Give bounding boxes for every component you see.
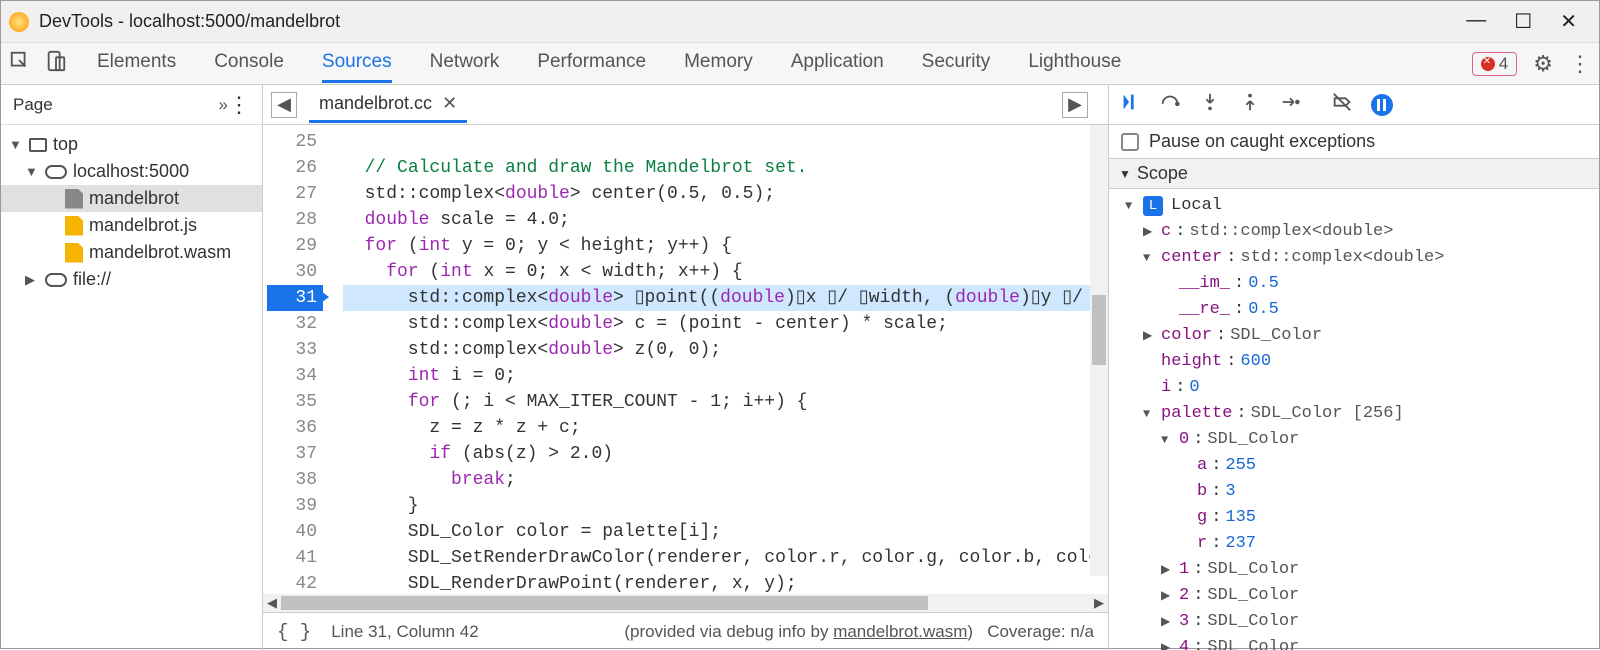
window-title: DevTools - localhost:5000/mandelbrot [39,11,1466,32]
var-pal3: SDL_Color [1207,609,1299,635]
var-pal0-a: 255 [1225,453,1256,479]
tab-sources[interactable]: Sources [322,44,392,83]
tree-file-label: mandelbrot.wasm [89,242,231,263]
scope-label: Scope [1137,163,1188,184]
var-pal4: SDL_Color [1207,635,1299,650]
tab-performance[interactable]: Performance [537,44,646,83]
editor-status-bar: { } Line 31, Column 42 (provided via deb… [263,612,1108,650]
tree-file-label: mandelbrot.js [89,215,197,236]
more-icon[interactable]: ⋮ [1569,51,1591,77]
tab-console[interactable]: Console [214,44,284,83]
device-toggle-icon[interactable] [45,50,67,77]
tree-top[interactable]: ▼top [1,131,262,158]
inspect-icon[interactable] [9,50,31,77]
nav-prev-button[interactable]: ◀ [271,92,297,118]
tree-file-label: mandelbrot [89,188,179,209]
local-badge-icon: L [1143,196,1163,216]
scope-tree[interactable]: ▼LLocal ▶c: std::complex<double> ▼center… [1109,189,1599,650]
wasm-file-icon [65,243,83,263]
tree-file-scheme[interactable]: ▶file:// [1,266,262,293]
cloud-icon [45,273,67,287]
debug-info-suffix: ) [967,622,973,641]
tree-host[interactable]: ▼localhost:5000 [1,158,262,185]
var-pal0-r: 237 [1225,531,1256,557]
step-over-icon[interactable] [1159,91,1181,118]
coverage-label: Coverage: n/a [987,622,1094,641]
var-height-key: height [1161,349,1222,375]
settings-icon[interactable]: ⚙ [1533,51,1553,77]
debugger-pane: Pause on caught exceptions ▼Scope ▼LLoca… [1109,85,1599,650]
scope-section-header[interactable]: ▼Scope [1109,158,1599,189]
step-out-icon[interactable] [1239,91,1261,118]
var-palette: SDL_Color [256] [1251,401,1404,427]
var-pal2: SDL_Color [1207,583,1299,609]
cloud-icon [45,165,67,179]
tree-file-mandelbrot-js[interactable]: mandelbrot.js [1,212,262,239]
resume-icon[interactable] [1119,91,1141,118]
sidebar-menu-icon[interactable]: ⋮ [228,92,250,118]
file-icon [65,189,83,209]
close-window-button[interactable]: ✕ [1560,9,1577,34]
var-c: std::complex<double> [1189,219,1393,245]
tree-top-label: top [53,134,78,155]
horizontal-scrollbar[interactable]: ◀▶ [263,594,1108,612]
tree-file-mandelbrot[interactable]: mandelbrot [1,185,262,212]
close-tab-icon[interactable]: ✕ [442,93,457,114]
tree-host-label: localhost:5000 [73,161,189,182]
sidebar-more-icon[interactable]: » [219,95,228,115]
var-pal0: SDL_Color [1207,427,1299,453]
pause-on-caught-checkbox[interactable] [1121,133,1139,151]
var-color: SDL_Color [1230,323,1322,349]
window-titlebar: DevTools - localhost:5000/mandelbrot — ☐… [1,1,1599,43]
editor-pane: ◀ mandelbrot.cc ✕ ▶ 25262728293031323334… [263,85,1109,650]
vertical-scrollbar[interactable] [1090,125,1108,576]
file-tab-mandelbrot-cc[interactable]: mandelbrot.cc ✕ [309,87,467,123]
error-count-value: 4 [1499,54,1508,74]
step-icon[interactable] [1279,91,1301,118]
cursor-position: Line 31, Column 42 [331,622,478,642]
sidebar-page-label[interactable]: Page [13,95,215,115]
debug-info-link[interactable]: mandelbrot.wasm [833,622,967,641]
error-icon [1481,57,1495,71]
deactivate-breakpoints-icon[interactable] [1331,91,1353,118]
tab-application[interactable]: Application [791,44,884,83]
var-i: 0 [1189,375,1199,401]
devtools-tabbar: Elements Console Sources Network Perform… [1,43,1599,85]
tab-lighthouse[interactable]: Lighthouse [1028,44,1121,83]
js-file-icon [65,216,83,236]
sources-sidebar: Page » ⋮ ▼top ▼localhost:5000 mandelbrot… [1,85,263,650]
var-center: std::complex<double> [1240,245,1444,271]
var-i-key: i [1161,375,1171,401]
var-pal0-b: 3 [1225,479,1235,505]
var-pal1: SDL_Color [1207,557,1299,583]
var-height: 600 [1240,349,1271,375]
nav-next-button[interactable]: ▶ [1062,92,1088,118]
var-center-im: 0.5 [1248,271,1279,297]
step-into-icon[interactable] [1199,91,1221,118]
tab-network[interactable]: Network [430,44,500,83]
tab-elements[interactable]: Elements [97,44,176,83]
tab-memory[interactable]: Memory [684,44,753,83]
tree-file-scheme-label: file:// [73,269,111,290]
code-editor[interactable]: 2526272829303132333435363738394041424344… [263,125,1108,594]
file-tab-label: mandelbrot.cc [319,93,432,114]
tree-file-mandelbrot-wasm[interactable]: mandelbrot.wasm [1,239,262,266]
devtools-favicon [9,12,29,32]
error-counter[interactable]: 4 [1472,52,1517,76]
minimize-button[interactable]: — [1466,9,1486,34]
pause-on-exceptions-icon[interactable] [1371,94,1393,116]
pause-on-caught-label: Pause on caught exceptions [1149,131,1375,152]
var-pal0-g: 135 [1225,505,1256,531]
var-center-re: 0.5 [1248,297,1279,323]
pretty-print-icon[interactable]: { } [277,621,311,643]
local-label: Local [1171,193,1222,219]
maximize-button[interactable]: ☐ [1514,9,1532,34]
debug-info-prefix: (provided via debug info by [624,622,833,641]
tab-security[interactable]: Security [922,44,991,83]
window-icon [29,138,47,152]
pause-on-caught-row[interactable]: Pause on caught exceptions [1109,125,1599,158]
